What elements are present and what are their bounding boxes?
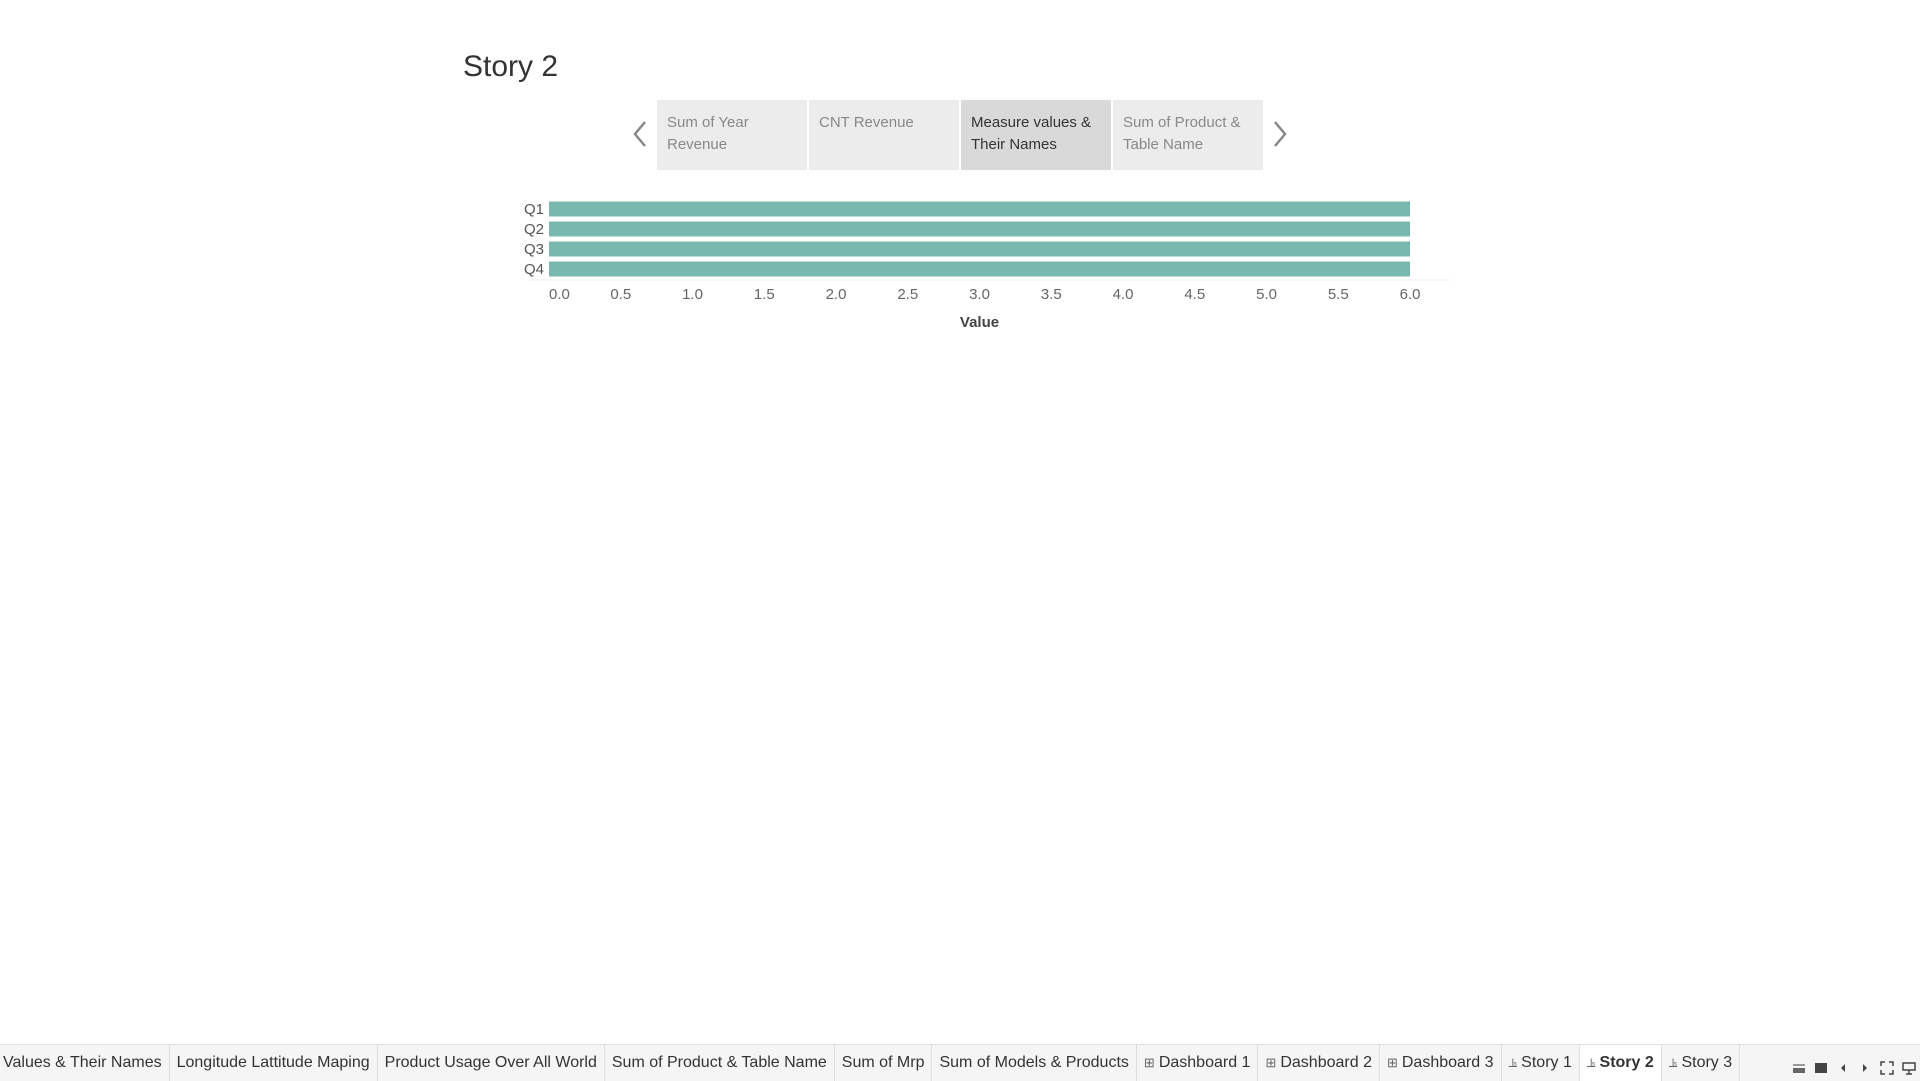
dashboard-icon: ⊞	[1386, 1055, 1398, 1070]
bar-chart-svg: Q1 Q2 Q3 Q4 0.0 0.5 1.0 1.5 2.0 2.5 3.0 3.5 4.0 4.5 5.…	[524, 201, 1450, 331]
chevron-left-icon	[633, 121, 646, 147]
x-tick-label: 6.0	[1400, 286, 1421, 303]
story-next-button[interactable]	[1266, 118, 1294, 150]
y-tick-label: Q4	[524, 261, 544, 278]
sheet-tab[interactable]: ⊞ Dashboard 3	[1380, 1045, 1502, 1081]
prev-sheet-icon[interactable]	[1836, 1061, 1850, 1075]
bar-q4	[549, 261, 1410, 277]
x-tick-label: 3.5	[1041, 286, 1062, 303]
sheet-tab[interactable]: ⊞ Dashboard 2	[1258, 1045, 1380, 1081]
story-point-cnt-revenue[interactable]: CNT Revenue	[809, 100, 959, 170]
sheet-tab[interactable]: Values & Their Names	[0, 1045, 170, 1081]
x-tick-label: 4.5	[1184, 286, 1205, 303]
x-tick-label: 5.0	[1256, 286, 1277, 303]
sheet-tab[interactable]: Product Usage Over All World	[378, 1045, 605, 1081]
sheet-tab-bar: Values & Their Names Longitude Lattitude …	[0, 1044, 1920, 1081]
sheet-tab[interactable]: Sum of Models & Products	[932, 1045, 1137, 1081]
x-tick-label: 2.5	[897, 286, 918, 303]
next-sheet-icon[interactable]	[1858, 1061, 1872, 1075]
dashboard-icon: ⊞	[1265, 1055, 1277, 1070]
story-point-label: Sum of Product & Table Name	[1123, 114, 1241, 153]
x-tick-label: 4.0	[1113, 286, 1134, 303]
x-tick-label: 3.0	[969, 286, 990, 303]
story-point-sum-of-product-table-name[interactable]: Sum of Product & Table Name	[1113, 100, 1263, 170]
chevron-right-icon	[1274, 121, 1287, 147]
story-prev-button[interactable]	[626, 118, 654, 150]
story-point-label: Measure values & Their Names	[971, 114, 1092, 153]
show-tabs-icon[interactable]	[1814, 1061, 1828, 1075]
story-point-label: CNT Revenue	[819, 114, 914, 131]
y-tick-label: Q1	[524, 201, 544, 218]
sheet-tab-label: Dashboard 1	[1158, 1054, 1251, 1071]
sheet-tab[interactable]: Longitude Lattitude Maping	[170, 1045, 378, 1081]
x-tick-label: 5.5	[1328, 286, 1349, 303]
y-tick-label: Q3	[524, 241, 544, 258]
tab-controls	[1792, 1058, 1916, 1078]
bar-q2	[549, 221, 1410, 237]
bar-chart: Q1 Q2 Q3 Q4 0.0 0.5 1.0 1.5 2.0 2.5 3.0 3.5 4.0 4.5 5.…	[500, 190, 1460, 340]
story-title: Story 2	[463, 50, 559, 83]
sheet-tab-label: Longitude Lattitude Maping	[176, 1054, 370, 1071]
story-point-measure-values[interactable]: Measure values & Their Names	[961, 100, 1111, 170]
fullscreen-icon[interactable]	[1880, 1061, 1894, 1075]
x-tick-label: 2.0	[826, 286, 847, 303]
sheet-tab-label: Sum of Mrp	[841, 1054, 925, 1071]
sheet-tab[interactable]: ⫡ Story 1	[1502, 1045, 1580, 1081]
presentation-icon[interactable]	[1902, 1061, 1916, 1075]
story-icon: ⫡	[1586, 1055, 1596, 1070]
story-point-label: Sum of Year Revenue	[667, 114, 749, 153]
sheet-tab-label: Sum of Models & Products	[939, 1054, 1129, 1071]
show-filmstrip-icon[interactable]	[1792, 1061, 1806, 1075]
sheet-tab-label: Dashboard 2	[1280, 1054, 1372, 1071]
x-tick-label: 1.5	[754, 286, 775, 303]
sheet-tab-label: Story 1	[1521, 1054, 1572, 1071]
sheet-tab[interactable]: Sum of Product & Table Name	[605, 1045, 835, 1081]
x-tick-label: 0.5	[610, 286, 631, 303]
sheet-tab-label: Story 2	[1599, 1054, 1654, 1071]
bar-q3	[549, 241, 1410, 257]
sheet-tab[interactable]: ⫡ Story 3	[1662, 1045, 1741, 1081]
story-point-sum-of-year-revenue[interactable]: Sum of Year Revenue	[657, 100, 807, 170]
sheet-tab[interactable]: ⫡ Story 2	[1579, 1045, 1662, 1081]
y-tick-label: Q2	[524, 221, 544, 238]
sheet-tab-label: Values & Their Names	[3, 1054, 162, 1071]
sheet-tab-label: Product Usage Over All World	[384, 1054, 597, 1071]
story-icon: ⫡	[1508, 1055, 1518, 1070]
story-navigator: Sum of Year Revenue CNT Revenue Measure …	[657, 100, 1263, 170]
sheet-tab-label: Dashboard 3	[1401, 1054, 1494, 1071]
x-tick-label: 0.0	[549, 286, 570, 303]
story-icon: ⫡	[1668, 1055, 1678, 1070]
sheet-tab[interactable]: ⊞ Dashboard 1	[1137, 1045, 1259, 1081]
bar-q1	[549, 201, 1410, 217]
sheet-tab-label: Sum of Product & Table Name	[611, 1054, 827, 1071]
x-axis-title: Value	[960, 314, 999, 331]
dashboard-icon: ⊞	[1143, 1055, 1155, 1070]
sheet-tab-label: Story 3	[1681, 1054, 1733, 1071]
x-tick-label: 1.0	[682, 286, 703, 303]
sheet-tab[interactable]: Sum of Mrp	[835, 1045, 933, 1081]
